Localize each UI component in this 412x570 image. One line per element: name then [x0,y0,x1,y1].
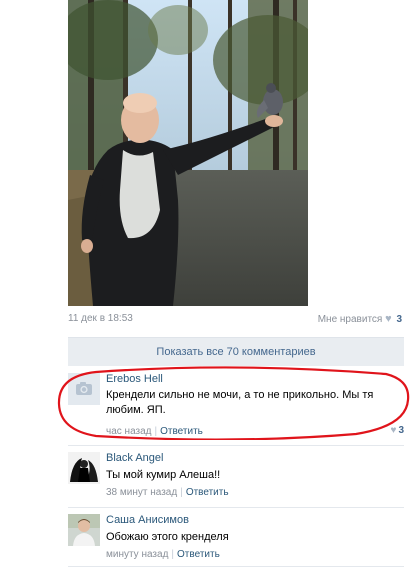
comment-author[interactable]: Erebos Hell [106,373,163,385]
like-label: Мне нравится [317,314,383,325]
comment-text: Ты мой кумир Алеша!! [106,469,221,481]
post-like-button[interactable]: Мне нравится ♥ 3 [318,313,402,325]
comment-divider [68,566,404,567]
reply-button[interactable]: Ответить [160,426,203,437]
separator: | [154,426,158,437]
comment-divider [68,445,404,446]
like-count: 3 [396,314,402,325]
photo-image [68,0,308,306]
reply-button[interactable]: Ответить [177,549,220,560]
separator: | [171,549,175,560]
post-meta: 11 дек в 18:53 Мне нравится ♥ 3 [68,313,402,327]
separator: | [180,487,183,498]
camera-icon[interactable] [68,373,100,405]
comment-time[interactable]: час назад [106,426,152,437]
comment-footer: час назад | Ответить [106,426,203,437]
comment-divider [68,507,404,508]
angel-avatar[interactable] [68,452,100,484]
comment-item: Саша Анисимов Обожаю этого кренделя мину… [68,514,404,564]
comment-footer: минуту назад | Ответить [106,549,220,560]
comment-author[interactable]: Black Angel [106,452,163,464]
heart-icon: ♥ [390,425,397,436]
comment-like-count: 3 [398,425,404,436]
comment-time[interactable]: минуту назад [106,549,168,560]
comment-author[interactable]: Саша Анисимов [106,514,189,526]
comment-text: Обожаю этого кренделя [106,531,229,543]
reply-button[interactable]: Ответить [186,487,229,498]
comment-like-button[interactable]: ♥ 3 [391,425,405,436]
comment-item: Erebos Hell Крендели сильно не мочи, а т… [68,373,404,437]
comment-text: Крендели сильно не мочи, а то не приколь… [106,389,374,416]
post-date[interactable]: 11 дек в 18:53 [68,313,133,324]
post-photo[interactable] [68,0,308,306]
comment-footer: 38 минут назад | Ответить [106,487,229,498]
person-avatar[interactable] [68,514,100,546]
show-all-comments-button[interactable]: Показать все 70 комментариев [68,337,404,366]
heart-icon: ♥ [385,313,392,325]
comment-time[interactable]: 38 минут назад [106,487,177,498]
comment-item: Black Angel Ты мой кумир Алеша!! 38 мину… [68,452,404,500]
